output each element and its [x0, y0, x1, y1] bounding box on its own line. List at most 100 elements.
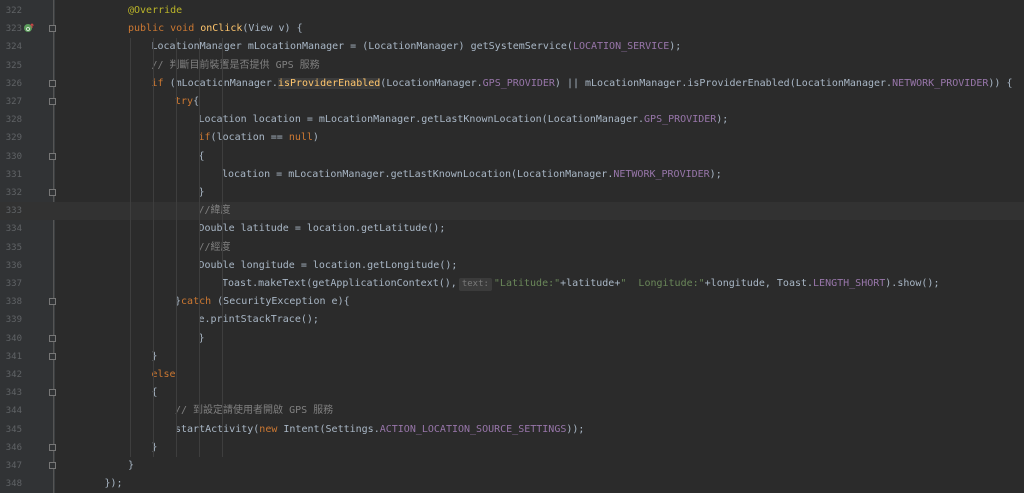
code-text[interactable]: if(location == null) — [199, 129, 319, 147]
code-token: LocationManager mLocationManager = (Loca… — [151, 41, 573, 53]
line-number: 340 — [5, 333, 22, 344]
code-token: NETWORK_PROVIDER — [613, 168, 710, 180]
line-number: 335 — [5, 242, 22, 253]
fold-marker-icon[interactable] — [49, 98, 56, 105]
line-number: 323 — [5, 24, 22, 35]
code-text[interactable]: try{ — [175, 93, 199, 111]
indent-guide — [222, 38, 223, 457]
code-token: +longitude, Toast. — [704, 278, 814, 289]
code-text[interactable]: startActivity(new Intent(Settings.ACTION… — [175, 421, 584, 439]
code-token: Double latitude = location.getLatitude()… — [198, 223, 446, 235]
parameter-hint: text: — [458, 278, 492, 291]
fold-marker-icon[interactable] — [49, 334, 56, 342]
fold-marker-icon[interactable] — [49, 443, 56, 451]
code-token: ACTION_LOCATION_SOURCE_SETTINGS — [379, 423, 567, 435]
code-token: null — [288, 132, 313, 144]
code-token: Location location = mLocationManager.get… — [198, 114, 645, 126]
code-token: Intent(Settings. — [283, 423, 380, 435]
line-number: 336 — [5, 260, 22, 271]
fold-marker-icon[interactable] — [49, 189, 56, 196]
code-token: )); — [566, 423, 585, 435]
code-line[interactable]: 323 public void onClick(View v) { — [0, 20, 1024, 38]
fold-marker-icon[interactable] — [49, 389, 56, 397]
code-text[interactable]: //經度 — [199, 239, 231, 257]
code-token: (SecurityException e){ — [217, 296, 350, 308]
code-token: LOCATION_SERVICE — [572, 41, 670, 53]
line-number: 324 — [5, 42, 22, 53]
code-token: ); — [716, 114, 729, 126]
indent-guide — [153, 38, 154, 457]
line-number: 341 — [5, 351, 22, 362]
line-number: 334 — [5, 224, 22, 235]
code-token: //經度 — [198, 241, 231, 253]
line-number: 322 — [5, 6, 22, 16]
code-text[interactable]: } — [128, 457, 134, 475]
code-line[interactable]: 347} — [0, 457, 1024, 475]
line-number: 330 — [5, 151, 22, 162]
code-token: isProviderEnabled — [277, 77, 381, 89]
code-token: new — [259, 423, 284, 435]
code-token: "Latitude:" — [493, 278, 561, 289]
code-token: Double longitude = location.getLongitude… — [198, 259, 458, 271]
line-number: 342 — [5, 370, 22, 380]
code-token: (mLocationManager. — [169, 77, 278, 89]
code-line[interactable]: 322 @Override — [0, 2, 1024, 20]
code-text[interactable]: else — [152, 366, 176, 384]
fold-marker-icon[interactable] — [49, 25, 56, 33]
code-text[interactable]: location = mLocationManager.getLastKnown… — [222, 166, 722, 184]
code-token: GPS_PROVIDER — [644, 114, 717, 126]
code-text[interactable]: LocationManager mLocationManager = (Loca… — [152, 38, 682, 56]
code-text[interactable]: Double longitude = location.getLongitude… — [199, 257, 458, 275]
code-text[interactable]: //緯度 — [199, 202, 231, 220]
code-token: @Override — [128, 5, 183, 16]
line-number: 332 — [5, 188, 22, 198]
code-token: +latitude+ — [560, 278, 621, 289]
code-text[interactable]: }catch (SecurityException e){ — [175, 293, 350, 311]
line-number: 347 — [5, 461, 22, 471]
code-token: ).show(); — [885, 278, 940, 289]
code-line[interactable]: 348}); — [0, 475, 1024, 493]
fold-marker-icon[interactable] — [49, 352, 56, 360]
code-token: ) — [312, 132, 319, 144]
line-number: 329 — [5, 133, 22, 144]
line-number: 344 — [5, 406, 22, 417]
indent-guide — [176, 38, 177, 457]
indent-guide — [130, 38, 131, 457]
line-number: 328 — [5, 115, 22, 126]
line-number: 346 — [5, 442, 22, 453]
fold-marker-icon[interactable] — [49, 79, 56, 87]
code-token: " Longitude:" — [620, 278, 705, 289]
code-token: } — [128, 460, 135, 471]
line-number: 348 — [5, 479, 22, 490]
code-text[interactable]: public void onClick(View v) { — [128, 20, 303, 38]
code-token: ) || mLocationManager.isProviderEnabled(… — [554, 77, 893, 89]
fold-marker-icon[interactable] — [49, 298, 56, 306]
line-number: 339 — [5, 315, 22, 326]
code-text[interactable]: e.printStackTrace(); — [199, 311, 319, 329]
code-token: onClick — [200, 23, 243, 35]
line-number: 327 — [5, 97, 22, 107]
code-token: Toast.makeText(getApplicationContext(), — [222, 278, 457, 289]
code-token: if — [198, 132, 211, 144]
code-token: location = mLocationManager.getLastKnown… — [222, 168, 614, 180]
code-text[interactable]: if (mLocationManager.isProviderEnabled(L… — [151, 75, 1012, 93]
code-token: NETWORK_PROVIDER — [892, 77, 989, 89]
code-editor[interactable]: o 322 @Override 323 public void onClick(Vie… — [0, 0, 1024, 493]
code-text[interactable]: Toast.makeText(getApplicationContext(), t… — [222, 275, 939, 293]
line-number: 338 — [5, 297, 22, 308]
line-number: 325 — [5, 60, 22, 71]
code-text[interactable]: Double latitude = location.getLatitude()… — [199, 220, 446, 238]
code-text[interactable]: @Override — [128, 2, 182, 20]
code-token: }); — [104, 478, 123, 490]
code-token: LENGTH_SHORT — [813, 278, 886, 289]
fold-marker-icon[interactable] — [49, 462, 56, 469]
code-token: try — [175, 96, 194, 107]
code-token: if — [151, 77, 170, 89]
code-text[interactable]: }); — [105, 475, 123, 493]
code-token: else — [151, 369, 176, 380]
code-token: public void — [128, 23, 201, 35]
line-number: 345 — [5, 424, 22, 435]
code-text[interactable]: Location location = mLocationManager.get… — [199, 111, 729, 129]
code-token: ); — [709, 168, 722, 180]
fold-marker-icon[interactable] — [49, 152, 56, 160]
